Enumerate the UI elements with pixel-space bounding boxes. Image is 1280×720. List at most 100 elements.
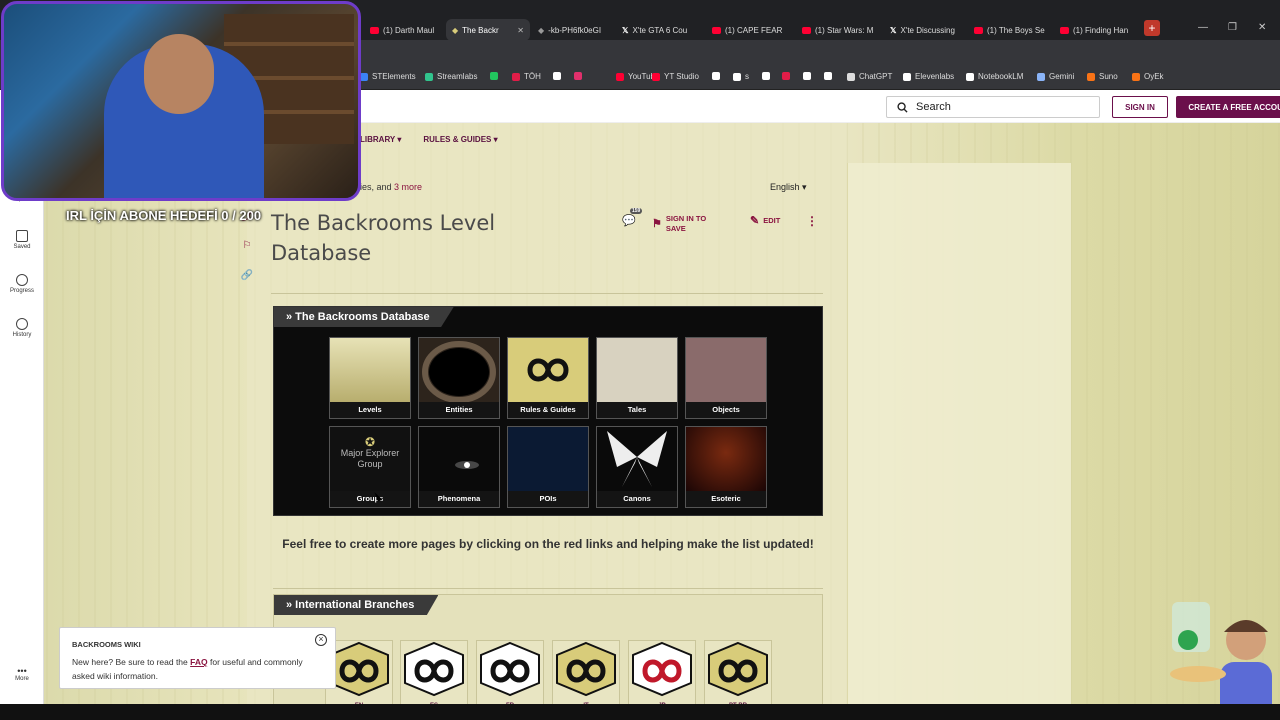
database-box: » The Backrooms Database Levels Entities R… bbox=[273, 306, 823, 516]
branch-es[interactable]: ES bbox=[400, 640, 468, 710]
bookmark-item[interactable] bbox=[553, 72, 565, 80]
bookmark-item[interactable] bbox=[490, 72, 502, 80]
bookmark-icon bbox=[16, 230, 28, 242]
branch-fr[interactable]: FR bbox=[476, 640, 544, 710]
tile-image bbox=[597, 427, 677, 491]
bookmark-item[interactable] bbox=[782, 72, 794, 80]
tile-label: Levels bbox=[330, 402, 410, 418]
bookmark-item[interactable]: s bbox=[733, 72, 749, 81]
close-window-icon[interactable]: ✕ bbox=[1258, 22, 1266, 33]
branch-it[interactable]: IT bbox=[552, 640, 620, 710]
tab-label: (1) Finding Han bbox=[1073, 25, 1129, 35]
clock-icon bbox=[16, 318, 28, 330]
more-icon: ••• bbox=[17, 666, 27, 676]
create-account-button[interactable]: CREATE A FREE ACCOUNT bbox=[1176, 96, 1280, 118]
database-tile-entities[interactable]: Entities bbox=[418, 337, 500, 419]
faq-link[interactable]: FAQ bbox=[190, 657, 207, 667]
tile-label: Tales bbox=[597, 402, 677, 418]
bookmark-label: OyEk bbox=[1144, 72, 1164, 81]
bookmark-item[interactable]: Elevenlabs bbox=[903, 72, 954, 81]
bookmark-favicon-icon bbox=[490, 72, 498, 80]
bookmark-favicon-icon bbox=[512, 72, 520, 81]
subscriber-goal-text: IRL İÇİN ABONE HEDEFİ 0 / 200 bbox=[66, 208, 262, 223]
rail-saved[interactable]: Saved bbox=[0, 230, 44, 250]
nav-library[interactable]: LIBRARY ▾ bbox=[360, 135, 401, 144]
database-tile-esoteric[interactable]: Esoteric bbox=[685, 426, 767, 508]
edit-button[interactable]: ✎ EDIT bbox=[750, 214, 780, 227]
browser-tab[interactable]: 𝕏 X'te GTA 6 Cou bbox=[616, 19, 704, 41]
bookmark-item[interactable]: STElements bbox=[360, 72, 416, 81]
browser-tab[interactable]: 𝕏 X'te Discussing bbox=[884, 19, 966, 41]
bookmark-item[interactable]: TÖH bbox=[512, 72, 541, 81]
close-tab-icon[interactable]: ✕ bbox=[517, 26, 524, 35]
browser-tab[interactable]: (1) Star Wars: M bbox=[796, 19, 882, 41]
bookmark-item[interactable] bbox=[574, 72, 586, 80]
rail-more[interactable]: ••• More bbox=[0, 666, 44, 682]
browser-tab[interactable]: (1) Finding Han bbox=[1054, 19, 1138, 41]
branch-logo-icon bbox=[556, 641, 616, 697]
database-tile-groups[interactable]: ✪ Major Explorer Group Groups bbox=[329, 426, 411, 508]
bookmark-item[interactable]: Suno bbox=[1087, 72, 1118, 81]
browser-tab[interactable]: (1) CAPE FEAR bbox=[706, 19, 794, 41]
streamer-avatar bbox=[1170, 602, 1272, 718]
more-actions-icon[interactable]: ⋮ bbox=[806, 214, 818, 228]
wiki-notification: BACKROOMS WIKI New here? Be sure to read… bbox=[59, 627, 336, 689]
new-tab-button[interactable]: + bbox=[1144, 20, 1160, 36]
youtube-icon bbox=[1060, 26, 1069, 34]
database-tile-canons[interactable]: Canons bbox=[596, 426, 678, 508]
bookmark-icon: ⚑ bbox=[652, 218, 662, 230]
bookmark-favicon-icon bbox=[782, 72, 790, 80]
maximize-icon[interactable]: ❐ bbox=[1228, 22, 1237, 33]
database-tile-levels[interactable]: Levels bbox=[329, 337, 411, 419]
browser-tab[interactable]: (1) Darth Maul bbox=[364, 19, 444, 41]
bookmark-item[interactable] bbox=[762, 72, 774, 80]
comments-button[interactable]: 💬 159 bbox=[622, 208, 643, 227]
bookmark-item[interactable]: Gemini bbox=[1037, 72, 1074, 81]
international-heading: » International Branches bbox=[274, 595, 439, 615]
tile-image bbox=[330, 338, 410, 402]
bookmark-item[interactable] bbox=[803, 72, 815, 80]
close-notification-icon[interactable]: × bbox=[315, 634, 327, 646]
bookmark-favicon-icon bbox=[803, 72, 811, 80]
nav-rules-guides[interactable]: RULES & GUIDES ▾ bbox=[423, 135, 497, 144]
language-selector[interactable]: English ▾ bbox=[770, 182, 807, 193]
tile-label: Entities bbox=[419, 402, 499, 418]
tab-label: X'te GTA 6 Cou bbox=[632, 25, 688, 35]
bookmark-side-icon[interactable]: ⚐ bbox=[239, 238, 255, 254]
bookmark-item[interactable] bbox=[824, 72, 836, 80]
minimize-icon[interactable]: — bbox=[1198, 22, 1208, 33]
sign-in-button[interactable]: SIGN IN bbox=[1112, 96, 1168, 118]
database-tile-objects[interactable]: Objects bbox=[685, 337, 767, 419]
search-input[interactable]: Search bbox=[886, 96, 1100, 118]
branch-jp[interactable]: JP bbox=[628, 640, 696, 710]
page-title: The Backrooms Level Database bbox=[271, 211, 496, 265]
database-tile-phenomena[interactable]: Phenomena bbox=[418, 426, 500, 508]
browser-tab[interactable]: ◆ -kb-PH6fk0eGI bbox=[532, 19, 614, 41]
sign-in-to-save-button[interactable]: ⚑ SIGN IN TO SAVE bbox=[652, 214, 722, 234]
bookmark-favicon-icon bbox=[652, 72, 660, 81]
bookmark-favicon-icon bbox=[616, 72, 624, 81]
browser-tab[interactable]: (1) The Boys Se bbox=[968, 19, 1052, 41]
bookmark-item[interactable]: OyEk bbox=[1132, 72, 1164, 81]
database-tile-pois[interactable]: POIs bbox=[507, 426, 589, 508]
streamer-head bbox=[144, 34, 214, 114]
browser-tab[interactable]: ◆ The Backr ✕ bbox=[446, 19, 530, 41]
bookmark-item[interactable] bbox=[712, 72, 724, 80]
site-nav: LIBRARY ▾ RULES & GUIDES ▾ bbox=[360, 135, 498, 144]
bookmark-item[interactable]: ChatGPT bbox=[847, 72, 892, 81]
link-icon[interactable]: 🔗 bbox=[239, 268, 255, 284]
check-circle-icon bbox=[16, 274, 28, 286]
bookmark-favicon-icon bbox=[553, 72, 561, 80]
bookmark-item[interactable]: NotebookLM bbox=[966, 72, 1023, 81]
branch-pt-br[interactable]: PT-BR bbox=[704, 640, 772, 710]
rail-progress[interactable]: Progress bbox=[0, 274, 44, 294]
x-icon: 𝕏 bbox=[890, 25, 897, 35]
rail-history[interactable]: History bbox=[0, 318, 44, 338]
bookmark-favicon-icon bbox=[824, 72, 832, 80]
tile-image bbox=[508, 338, 588, 402]
database-tile-tales[interactable]: Tales bbox=[596, 337, 678, 419]
bookmark-item[interactable]: Streamlabs bbox=[425, 72, 477, 81]
breadcrumb-more-link[interactable]: 3 more bbox=[394, 182, 422, 192]
bookmark-item[interactable]: YT Studio bbox=[652, 72, 699, 81]
database-tile-rules-guides[interactable]: Rules & Guides bbox=[507, 337, 589, 419]
